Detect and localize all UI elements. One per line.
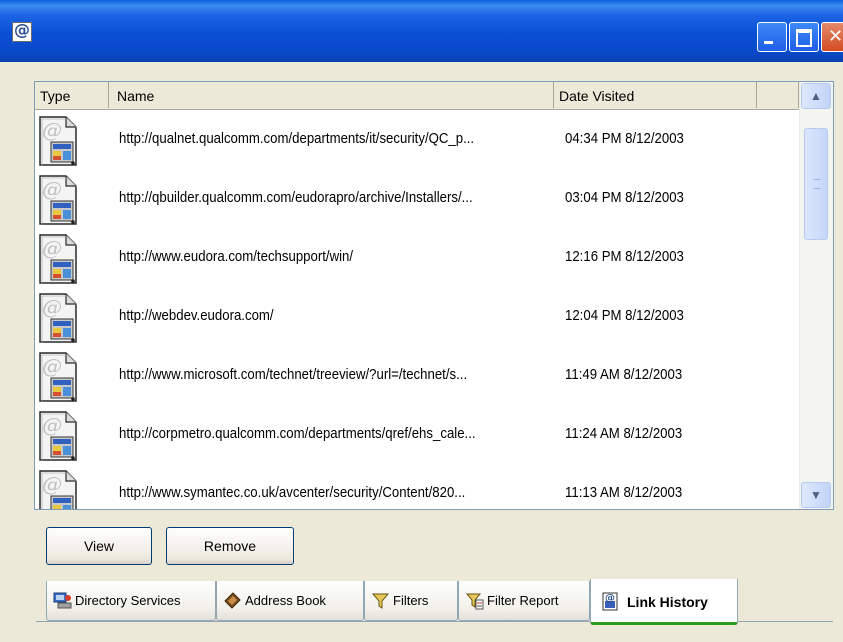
row-date: 11:49 AM 8/12/2003 <box>565 366 683 383</box>
minimize-button[interactable] <box>757 22 787 52</box>
row-url: http://www.symantec.co.uk/avcenter/secur… <box>119 484 466 501</box>
tab-label: Filter Report <box>487 593 559 608</box>
list-header: Type Name Date Visited <box>35 82 799 110</box>
column-header-blank[interactable] <box>757 82 799 108</box>
scroll-up-button[interactable]: ▲ <box>801 83 831 109</box>
scroll-down-button[interactable]: ▼ <box>801 482 831 508</box>
link-document-icon <box>39 116 77 166</box>
link-document-icon <box>39 352 77 402</box>
row-date: 03:04 PM 8/12/2003 <box>565 189 684 206</box>
filters-icon <box>371 593 390 609</box>
tab-label: Filters <box>393 593 429 608</box>
tab-label: Link History <box>627 594 708 610</box>
table-row[interactable]: http://www.symantec.co.uk/avcenter/secur… <box>35 465 799 510</box>
tab-link-history[interactable]: @ Link History <box>590 579 738 625</box>
table-row[interactable]: http://www.microsoft.com/technet/treevie… <box>35 347 799 406</box>
tab-label: Address Book <box>245 593 326 608</box>
link-document-icon <box>39 234 77 284</box>
table-row[interactable]: http://qualnet.qualcomm.com/departments/… <box>35 111 799 170</box>
title-bar[interactable] <box>0 0 843 62</box>
row-date: 04:34 PM 8/12/2003 <box>565 130 684 147</box>
column-header-name[interactable]: Name <box>109 82 554 108</box>
column-header-type[interactable]: Type <box>35 82 109 108</box>
link-document-icon <box>39 293 77 343</box>
column-header-date-visited[interactable]: Date Visited <box>554 82 757 108</box>
tab-directory-services[interactable]: Directory Services <box>46 581 216 621</box>
tab-filters[interactable]: Filters <box>364 581 458 621</box>
tab-filter-report[interactable]: Filter Report <box>458 581 590 621</box>
remove-button[interactable]: Remove <box>166 527 294 565</box>
link-document-icon <box>39 411 77 461</box>
link-history-window: Type Name Date Visited http://qualnet.qu… <box>0 0 843 642</box>
link-document-icon <box>39 175 77 225</box>
row-date: 11:13 AM 8/12/2003 <box>565 484 683 501</box>
row-url: http://www.microsoft.com/technet/treevie… <box>119 366 468 383</box>
filter-report-icon <box>465 593 484 610</box>
row-date: 12:16 PM 8/12/2003 <box>565 248 684 265</box>
scroll-thumb[interactable] <box>804 128 828 240</box>
link-document-icon <box>39 470 77 510</box>
link-history-icon: @ <box>602 592 618 611</box>
svg-text:@: @ <box>605 593 615 604</box>
row-url: http://qualnet.qualcomm.com/departments/… <box>119 130 475 147</box>
close-button[interactable] <box>821 22 843 52</box>
row-date: 11:24 AM 8/12/2003 <box>565 425 683 442</box>
row-url: http://webdev.eudora.com/ <box>119 307 274 324</box>
row-url: http://www.eudora.com/techsupport/win/ <box>119 248 354 265</box>
maximize-button[interactable] <box>789 22 819 52</box>
address-book-icon <box>224 592 241 609</box>
link-history-list[interactable]: Type Name Date Visited http://qualnet.qu… <box>34 81 834 510</box>
row-date: 12:04 PM 8/12/2003 <box>565 307 684 324</box>
vertical-scrollbar[interactable]: ▲ ▼ <box>799 82 833 509</box>
table-row[interactable]: http://qbuilder.qualcomm.com/eudorapro/a… <box>35 170 799 229</box>
table-row[interactable]: http://webdev.eudora.com/ 12:04 PM 8/12/… <box>35 288 799 347</box>
tab-address-book[interactable]: Address Book <box>216 581 364 621</box>
view-button[interactable]: View <box>46 527 152 565</box>
eudora-at-icon[interactable] <box>12 20 32 42</box>
tab-label: Directory Services <box>75 593 181 608</box>
row-url: http://corpmetro.qualcomm.com/department… <box>119 425 476 442</box>
table-row[interactable]: http://www.eudora.com/techsupport/win/ 1… <box>35 229 799 288</box>
table-row[interactable]: http://corpmetro.qualcomm.com/department… <box>35 406 799 465</box>
row-url: http://qbuilder.qualcomm.com/eudorapro/a… <box>119 189 473 206</box>
directory-services-icon <box>53 592 72 609</box>
